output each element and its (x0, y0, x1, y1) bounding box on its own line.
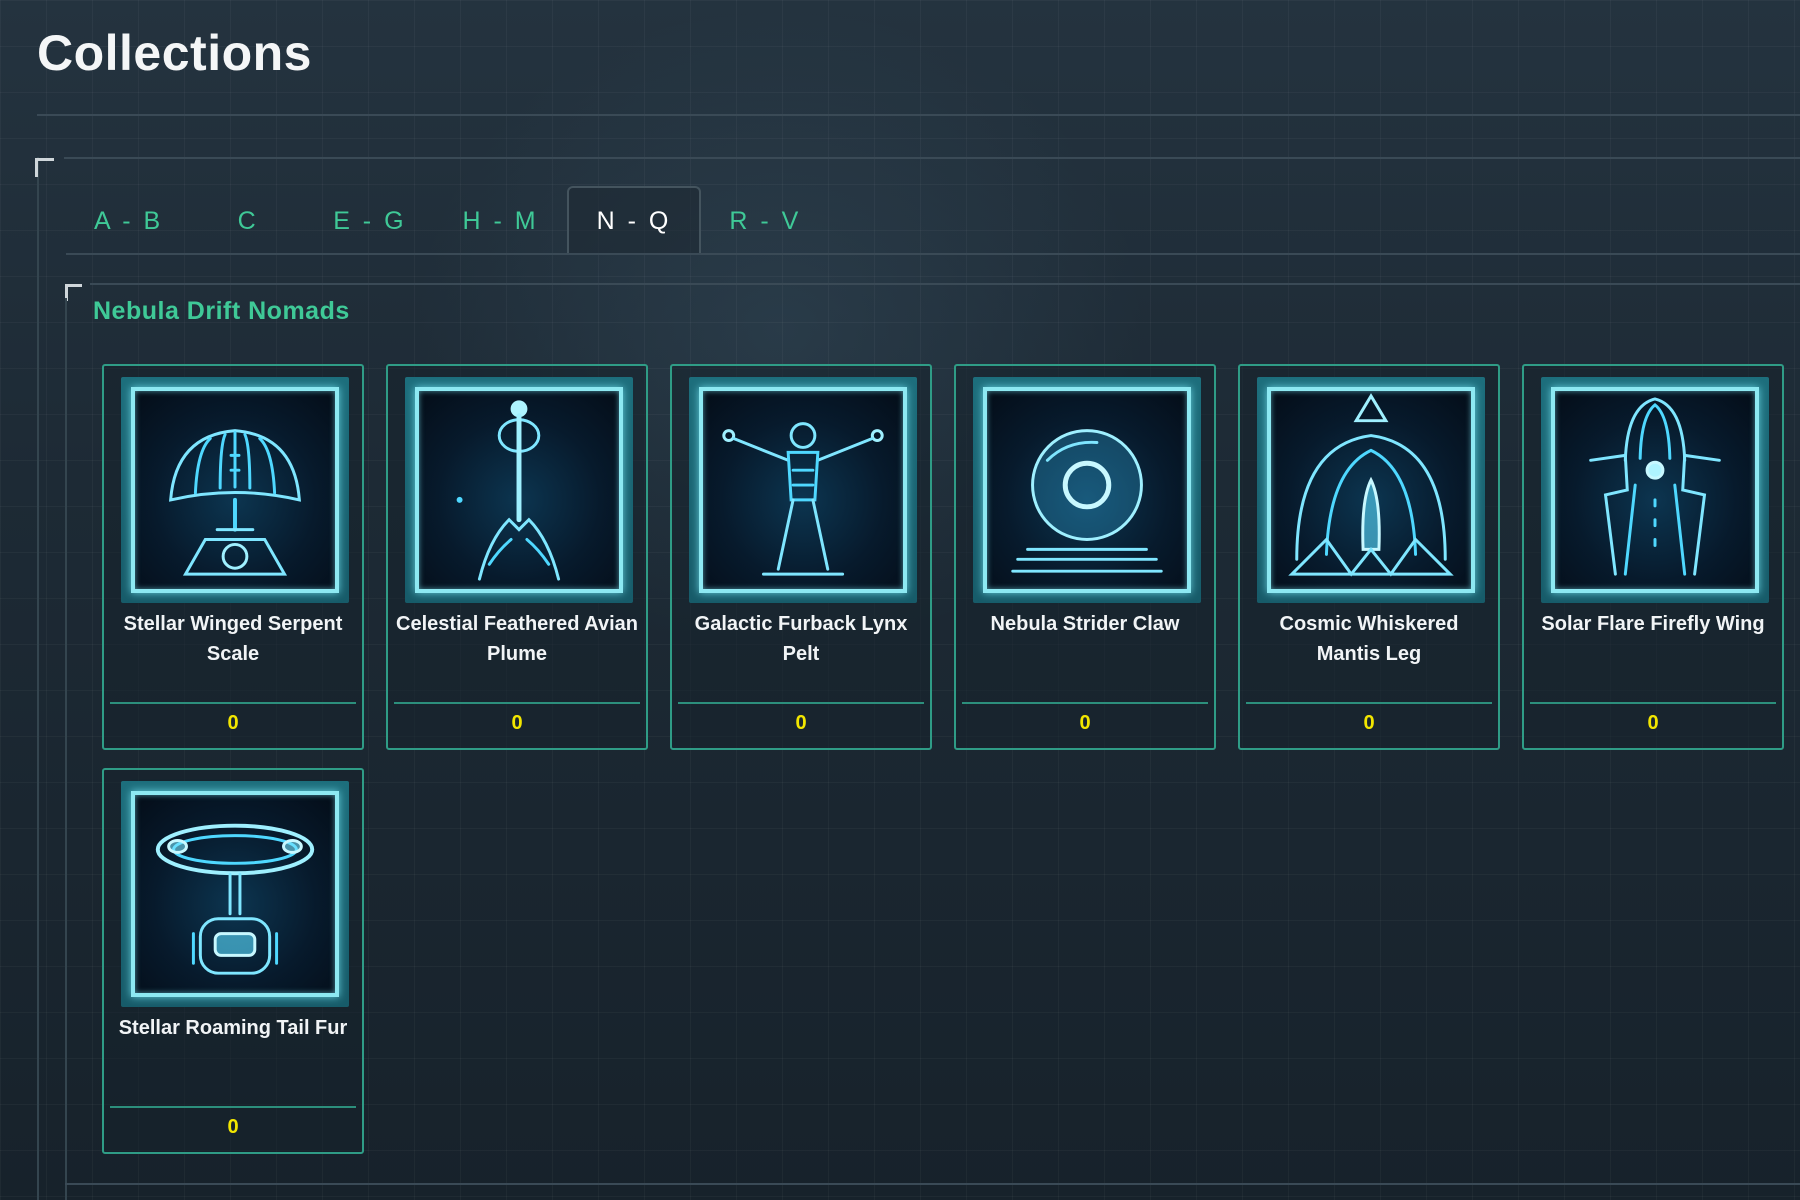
item-count: 0 (795, 712, 807, 734)
tab-n-q[interactable]: N - Q (566, 186, 702, 254)
item-frame (1257, 377, 1485, 603)
item-count: 0 (1079, 712, 1091, 734)
item-count: 0 (227, 712, 239, 734)
shell-lamp-icon (131, 387, 339, 593)
staff-totem-icon (415, 387, 623, 593)
group-left-border (65, 298, 67, 1200)
item-divider (1246, 702, 1492, 704)
collection-item-card[interactable]: Stellar Winged Serpent Scale 0 (102, 364, 364, 750)
item-name: Galactic Furback Lynx Pelt (694, 613, 908, 665)
collection-item-card[interactable]: Cosmic Whiskered Mantis Leg 0 (1238, 364, 1500, 750)
item-divider (110, 702, 356, 704)
page-title: Collections (37, 25, 312, 81)
item-count: 0 (1647, 712, 1659, 734)
orb-icon (983, 387, 1191, 593)
tab-e-g[interactable]: E - G (305, 188, 434, 254)
item-frame (405, 377, 633, 603)
collection-item-grid: Stellar Winged Serpent Scale 0 Celestial… (102, 364, 1788, 1154)
tower-icon (1551, 387, 1759, 593)
item-count: 0 (1363, 712, 1375, 734)
group-bottom-border (65, 1183, 1800, 1185)
figure-arms-icon (699, 387, 907, 593)
collection-item-card[interactable]: Celestial Feathered Avian Plume 0 (386, 364, 648, 750)
tab-a-b[interactable]: A - B (66, 188, 191, 254)
title-divider (37, 114, 1800, 116)
item-count: 0 (511, 712, 523, 734)
item-frame (1541, 377, 1769, 603)
tab-bar-divider (66, 253, 1800, 255)
tab-h-m[interactable]: H - M (435, 188, 567, 254)
collection-item-card[interactable]: Nebula Strider Claw 0 (954, 364, 1216, 750)
item-frame (689, 377, 917, 603)
item-count: 0 (227, 1116, 239, 1138)
item-name: Cosmic Whiskered Mantis Leg (1279, 613, 1459, 665)
item-divider (394, 702, 640, 704)
ring-machine-icon (131, 791, 339, 997)
collection-item-card[interactable]: Stellar Roaming Tail Fur 0 (102, 768, 364, 1154)
item-frame (121, 781, 349, 1007)
group-corner-bracket (65, 284, 82, 301)
item-frame (973, 377, 1201, 603)
item-frame (121, 377, 349, 603)
panel-top-border (64, 157, 1800, 159)
item-divider (1530, 702, 1776, 704)
tab-r-v[interactable]: R - V (701, 188, 829, 254)
group-top-border (90, 283, 1800, 285)
item-name: Solar Flare Firefly Wing (1541, 613, 1765, 635)
panel-corner-bracket (35, 158, 54, 177)
collection-item-card[interactable]: Solar Flare Firefly Wing 0 (1522, 364, 1784, 750)
item-divider (110, 1106, 356, 1108)
item-name: Stellar Winged Serpent Scale (123, 613, 343, 665)
item-name: Nebula Strider Claw (990, 613, 1180, 635)
collection-item-card[interactable]: Galactic Furback Lynx Pelt 0 (670, 364, 932, 750)
letter-tab-bar: A - B C E - G H - M N - Q R - V (66, 186, 1800, 254)
item-name: Stellar Roaming Tail Fur (118, 1017, 348, 1039)
item-name: Celestial Feathered Avian Plume (396, 613, 638, 665)
tab-c[interactable]: C (191, 188, 305, 254)
group-title: Nebula Drift Nomads (93, 297, 350, 325)
item-divider (962, 702, 1208, 704)
item-divider (678, 702, 924, 704)
dome-crystal-icon (1267, 387, 1475, 593)
